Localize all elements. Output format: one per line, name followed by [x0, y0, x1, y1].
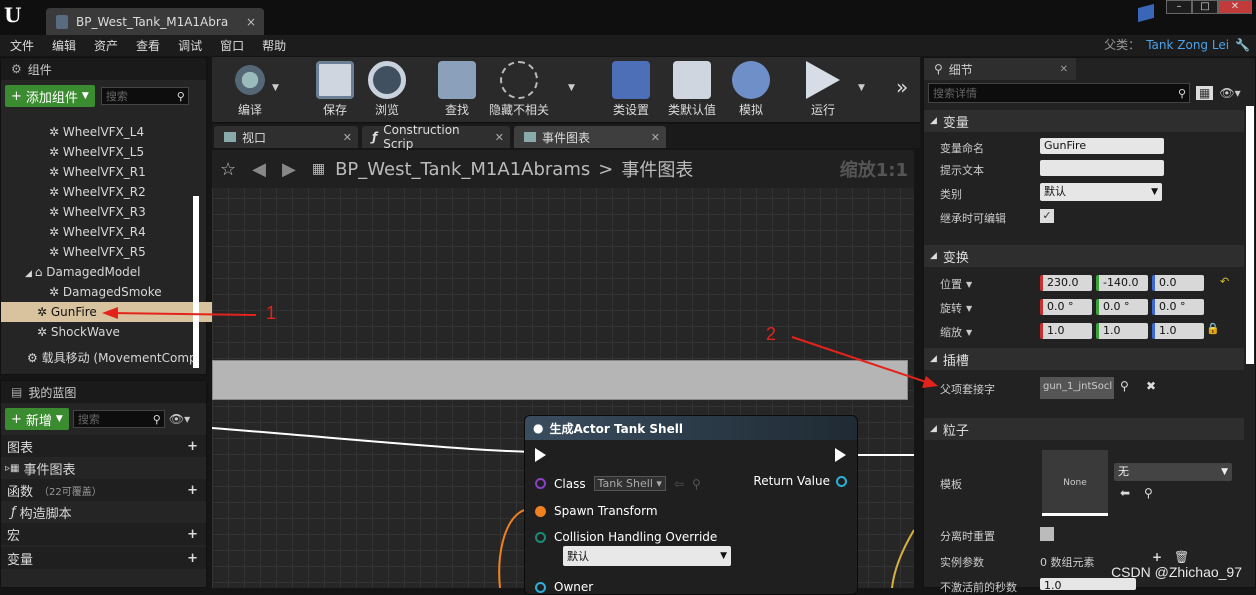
- annotation-arrowhead-2: [922, 376, 938, 388]
- annotation-arrow-2: [791, 336, 933, 385]
- annotation-arrows: [102, 307, 938, 388]
- annotation-label-2: 2: [766, 324, 777, 344]
- annotation-label-1: 1: [266, 303, 277, 323]
- watermark: CSDN @Zhichao_97: [1111, 564, 1242, 580]
- annotation-arrowhead-1: [102, 307, 118, 319]
- annotation-arrow-1: [107, 312, 257, 316]
